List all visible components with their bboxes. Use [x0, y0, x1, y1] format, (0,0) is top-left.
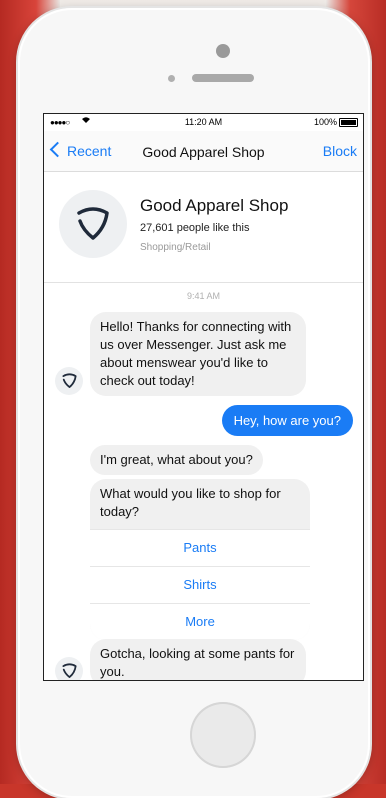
outgoing-message: Hey, how are you?	[221, 405, 353, 436]
page-title: Good Apparel Shop	[142, 144, 265, 160]
phone-screen: ●●●●○ 11:20 AM 100% Recent Good Apparel …	[43, 113, 364, 681]
quick-reply-question: What would you like to shop for today?	[100, 486, 281, 519]
page-profile-header: Good Apparel Shop 27,601 people like thi…	[44, 172, 363, 283]
front-camera	[216, 44, 230, 58]
battery-icon	[339, 118, 358, 127]
sender-avatar	[55, 657, 83, 680]
proximity-sensor	[168, 75, 175, 82]
navigation-bar: Recent Good Apparel Shop Block	[44, 131, 363, 172]
home-button[interactable]	[190, 702, 256, 768]
incoming-message-reply: I'm great, what about you?	[90, 445, 263, 475]
sender-avatar	[55, 367, 83, 395]
message-timestamp: 9:41 AM	[186, 291, 221, 301]
quick-reply-pants[interactable]: Pants	[90, 529, 310, 566]
earpiece-speaker	[192, 74, 254, 82]
incoming-message-followup: Gotcha, looking at some pants for you.	[90, 639, 306, 680]
quick-reply-card: What would you like to shop for today? P…	[90, 479, 310, 640]
quick-reply-shirts[interactable]: Shirts	[90, 566, 310, 603]
quick-reply-more[interactable]: More	[90, 603, 310, 640]
page-likes: 27,601 people like this	[140, 222, 250, 234]
status-bar: ●●●●○ 11:20 AM 100%	[44, 114, 363, 131]
shield-logo-icon	[62, 663, 77, 678]
block-button[interactable]: Block	[323, 143, 357, 159]
shield-logo-icon	[77, 207, 109, 240]
page-category: Shopping/Retail	[140, 242, 211, 253]
shield-logo-icon	[62, 373, 77, 388]
shop-logo-avatar[interactable]	[59, 190, 127, 258]
shop-name: Good Apparel Shop	[140, 196, 289, 215]
battery-percent: 100%	[313, 117, 337, 127]
incoming-message-greeting: Hello! Thanks for connecting with us ove…	[90, 312, 306, 396]
